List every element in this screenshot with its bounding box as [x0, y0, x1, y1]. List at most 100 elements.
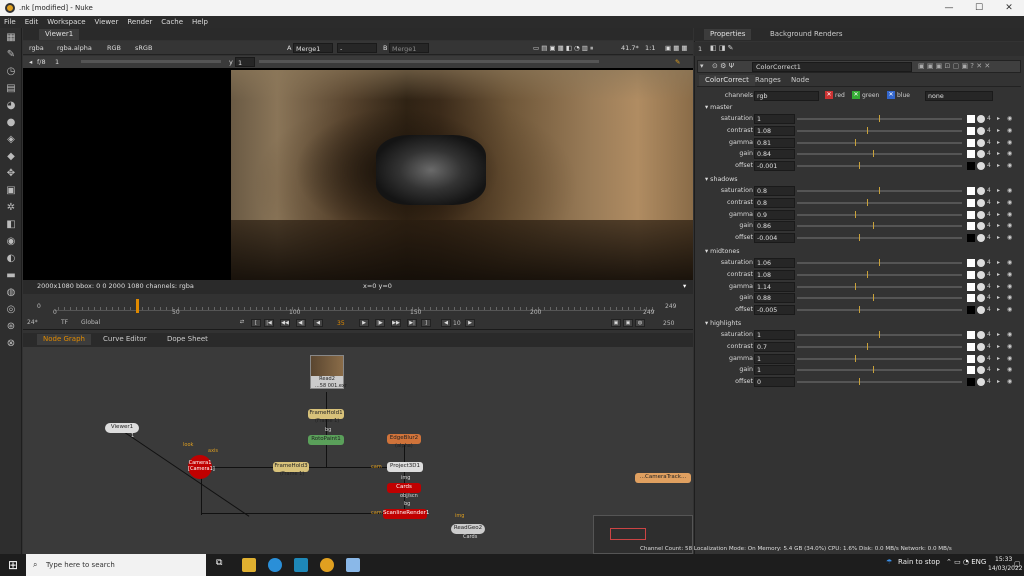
animation-menu-icon[interactable]: ▸ — [997, 355, 1005, 363]
timeline-ruler[interactable] — [55, 303, 655, 311]
slider-handle[interactable] — [859, 378, 860, 386]
node-icons[interactable]: ⊙ ⚙ Ψ — [712, 62, 734, 70]
in-point-button[interactable]: [ — [251, 319, 261, 327]
channel-count[interactable]: 4 — [987, 283, 995, 291]
keyer-icon[interactable]: ◈ — [4, 133, 18, 147]
channel-count[interactable]: 4 — [987, 187, 995, 195]
fstop-icon[interactable]: ◂ — [27, 57, 34, 67]
color-swatch[interactable] — [967, 162, 975, 171]
menu-help[interactable]: Help — [192, 18, 208, 26]
anim-key-icon[interactable]: ◉ — [1007, 127, 1015, 135]
merge-icon[interactable]: ◆ — [4, 150, 18, 164]
channel-count[interactable]: 4 — [987, 234, 995, 242]
animation-menu-icon[interactable]: ▸ — [997, 127, 1005, 135]
anim-key-icon[interactable]: ◉ — [1007, 211, 1015, 219]
param-value-field[interactable]: 1 — [754, 365, 795, 376]
param-value-field[interactable]: 0.81 — [754, 137, 795, 148]
channel-count[interactable]: 4 — [987, 222, 995, 230]
color-swatch[interactable] — [967, 342, 975, 351]
section-midtones[interactable]: ▾ midtones — [705, 248, 740, 255]
step-back-10-button[interactable]: ◀ — [441, 319, 451, 327]
channel-count[interactable]: 4 — [987, 139, 995, 147]
notes-icon[interactable] — [346, 558, 360, 572]
color-swatch[interactable] — [967, 306, 975, 315]
time-icon[interactable]: ◷ — [4, 65, 18, 79]
slider-handle[interactable] — [873, 150, 874, 158]
play-forward-button[interactable]: ▶ — [359, 319, 369, 327]
animation-menu-icon[interactable]: ▸ — [997, 331, 1005, 339]
step-forward-button[interactable]: |▶ — [375, 319, 385, 327]
camera-tracker-node[interactable]: ...CameraTrack... — [635, 473, 691, 483]
color-wheel-icon[interactable] — [977, 150, 985, 159]
toolsets-icon[interactable]: ▬ — [4, 269, 18, 283]
slider-handle[interactable] — [867, 270, 868, 278]
color-wheel-icon[interactable] — [977, 162, 985, 171]
color-swatch[interactable] — [967, 378, 975, 387]
viewer-menu-icon[interactable]: ▾ — [683, 282, 686, 290]
edge-icon[interactable] — [268, 558, 282, 572]
color-wheel-icon[interactable] — [977, 282, 985, 291]
animation-menu-icon[interactable]: ▸ — [997, 283, 1005, 291]
first-frame-button[interactable]: |◀ — [264, 319, 274, 327]
weather-icon[interactable]: ☂ — [886, 558, 892, 566]
image-icon[interactable]: ▦ — [4, 31, 18, 45]
color-swatch[interactable] — [967, 282, 975, 291]
param-value-field[interactable]: 1 — [754, 330, 795, 340]
project3d-node[interactable]: Project3D1 — [387, 462, 423, 472]
anim-key-icon[interactable]: ◉ — [1007, 294, 1015, 302]
slider-handle[interactable] — [855, 282, 856, 290]
maximize-button[interactable]: ☐ — [964, 3, 994, 13]
colorspace-dropdown[interactable]: sRGB — [133, 43, 154, 53]
channel-count[interactable]: 4 — [987, 115, 995, 123]
param-value-field[interactable]: -0.001 — [754, 161, 795, 172]
minimize-button[interactable]: — — [934, 3, 964, 13]
anim-key-icon[interactable]: ◉ — [1007, 343, 1015, 351]
channel-count[interactable]: 4 — [987, 271, 995, 279]
param-value-field[interactable]: 1 — [754, 114, 795, 124]
color-wheel-icon[interactable] — [977, 198, 985, 207]
param-slider[interactable] — [797, 378, 962, 386]
slider-handle[interactable] — [859, 306, 860, 314]
scanline-render-node[interactable]: ScanlineRender1 — [383, 509, 429, 519]
anim-key-icon[interactable]: ◉ — [1007, 234, 1015, 242]
transform-icon[interactable]: ✥ — [4, 167, 18, 181]
slider-handle[interactable] — [879, 259, 880, 266]
slider-handle[interactable] — [867, 198, 868, 206]
snapshot-icon[interactable]: ▣ — [623, 319, 633, 327]
slider-handle[interactable] — [879, 115, 880, 122]
param-value-field[interactable]: 0.84 — [754, 149, 795, 160]
param-value-field[interactable]: -0.005 — [754, 305, 795, 316]
prev-key-button[interactable]: ◀◀ — [280, 319, 290, 327]
color-wheel-icon[interactable] — [977, 294, 985, 303]
animation-menu-icon[interactable]: ▸ — [997, 222, 1005, 230]
param-slider[interactable] — [797, 150, 962, 158]
slider-handle[interactable] — [855, 138, 856, 146]
color-wheel-icon[interactable] — [977, 187, 985, 195]
nuke-icon[interactable] — [320, 558, 334, 572]
color-wheel-icon[interactable] — [977, 378, 985, 387]
anim-key-icon[interactable]: ◉ — [1007, 259, 1015, 267]
param-value-field[interactable]: 1.08 — [754, 125, 795, 136]
slider-handle[interactable] — [859, 162, 860, 170]
channel-count[interactable]: 4 — [987, 378, 995, 386]
color-wheel-icon[interactable] — [977, 354, 985, 363]
clock-time[interactable]: 15:33 — [995, 556, 1012, 563]
param-value-field[interactable]: 0.88 — [754, 293, 795, 304]
playhead[interactable] — [136, 299, 139, 313]
channel-count[interactable]: 4 — [987, 331, 995, 339]
step-back-button[interactable]: ◀| — [296, 319, 306, 327]
animation-menu-icon[interactable]: ▸ — [997, 115, 1005, 123]
slider-handle[interactable] — [855, 354, 856, 362]
slider-handle[interactable] — [867, 342, 868, 350]
color-wheel-icon[interactable] — [977, 259, 985, 267]
gamma-slider[interactable] — [259, 60, 599, 63]
animation-menu-icon[interactable]: ▸ — [997, 306, 1005, 314]
particles-icon[interactable]: ✲ — [4, 201, 18, 215]
channels-dropdown[interactable]: rgb — [754, 91, 819, 101]
channel-count[interactable]: 4 — [987, 127, 995, 135]
color-swatch[interactable] — [967, 354, 975, 363]
channel-count[interactable]: 4 — [987, 294, 995, 302]
color-swatch[interactable] — [967, 138, 975, 147]
param-slider[interactable] — [797, 331, 962, 338]
animation-menu-icon[interactable]: ▸ — [997, 271, 1005, 279]
